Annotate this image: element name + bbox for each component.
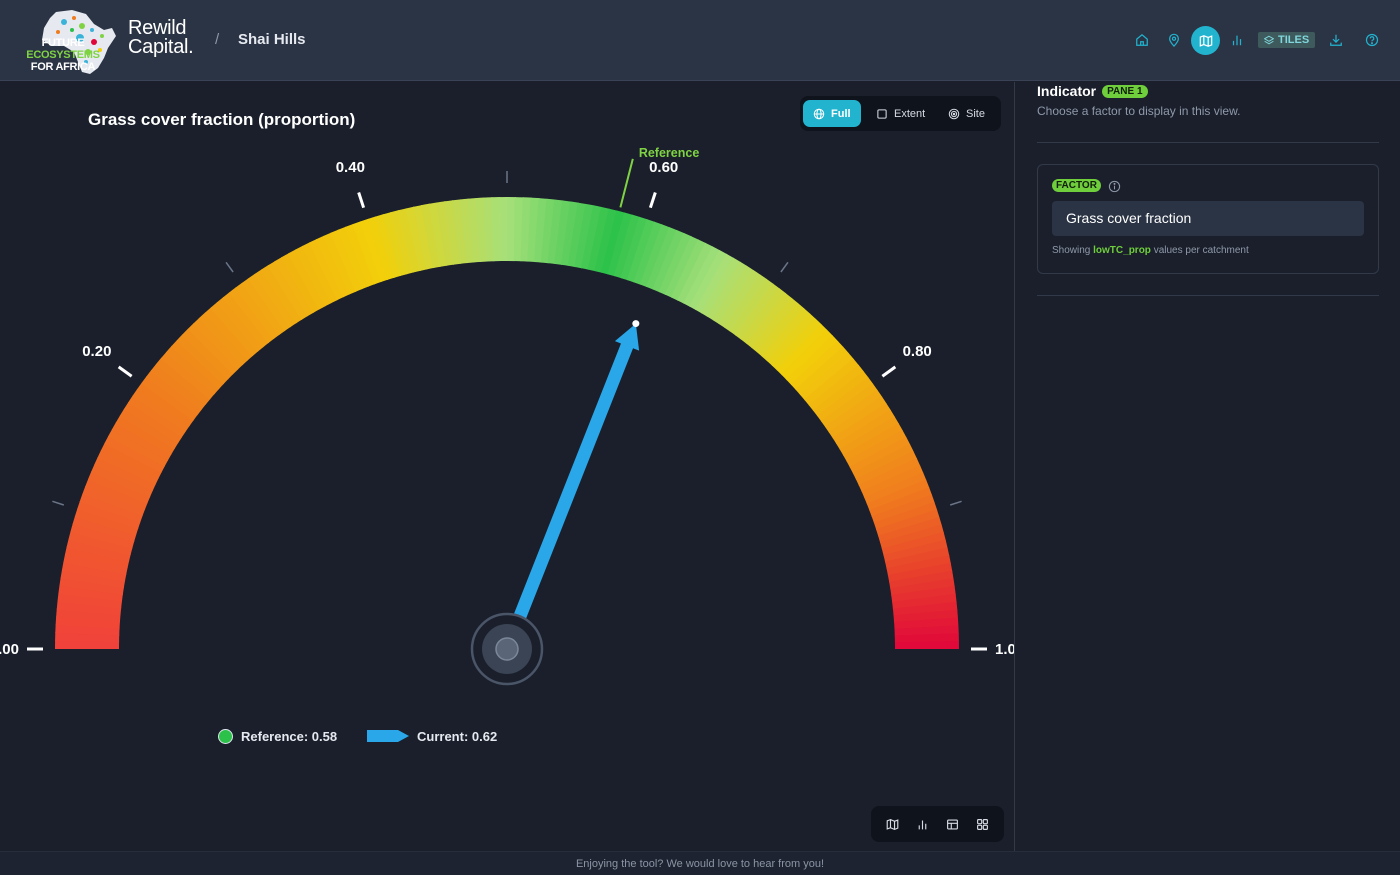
tick-label: 0.80 (903, 343, 932, 360)
layers-icon (1264, 35, 1274, 45)
table-icon (947, 818, 959, 830)
view-full-button[interactable]: Full (803, 100, 861, 127)
factor-select[interactable]: Grass cover fraction (1052, 201, 1364, 236)
globe-icon (813, 108, 825, 119)
view-site-label: Site (966, 107, 985, 120)
grid-mode-button[interactable] (972, 813, 994, 835)
pane-subtitle: Choose a factor to display in this view. (1037, 104, 1241, 118)
tick-label: 0.00 (0, 641, 19, 658)
reference-dot-icon (218, 728, 233, 744)
showing-caption: Showing lowTC_prop values per catchment (1052, 245, 1249, 256)
brand-line-2: Capital. (128, 36, 194, 58)
map-pin-icon[interactable] (1164, 30, 1184, 50)
tick-label: 0.60 (649, 159, 678, 176)
pane-divider-line (1037, 142, 1379, 143)
gauge-chart: 0.000.200.400.600.801.00 Reference (0, 146, 1024, 686)
gauge-arc-segment (894, 641, 959, 649)
tick-label: 0.20 (82, 343, 111, 360)
pane-bottom-divider (1037, 295, 1379, 296)
pane-badge: PANE 1 (1102, 84, 1148, 98)
reference-tick (619, 158, 634, 208)
pane-title: Indicator PANE 1 (1037, 83, 1148, 99)
map-view-button[interactable] (1191, 26, 1220, 55)
home-icon[interactable] (1132, 30, 1152, 50)
view-full-label: Full (831, 107, 851, 120)
gauge-hub (470, 612, 544, 686)
target-icon (948, 108, 960, 119)
needle-arrow (512, 323, 640, 624)
needle-tip-dot (632, 320, 640, 328)
rewild-capital-logo[interactable]: Rewild Capital. (128, 18, 194, 58)
view-site-button[interactable]: Site (938, 100, 995, 127)
major-tick (881, 365, 897, 378)
grid-icon (977, 818, 989, 830)
minor-tick (949, 500, 962, 506)
view-toggle: Full Extent Site (800, 96, 1001, 131)
hub-center (495, 637, 519, 661)
bar-chart-icon (918, 819, 927, 829)
pane-title-text: Indicator (1037, 83, 1097, 99)
tiles-button[interactable]: TILES (1258, 32, 1316, 48)
table-mode-button[interactable] (942, 813, 964, 835)
minor-tick (52, 500, 65, 506)
map-icon (886, 818, 898, 830)
logo-line-for-africa: FOR AFRICA (30, 61, 96, 73)
gauge-arc (55, 197, 959, 649)
factor-badge: FACTOR (1052, 179, 1101, 192)
breadcrumb-separator: / (215, 31, 220, 48)
tick-label: 0.40 (336, 159, 365, 176)
map-icon (1199, 34, 1212, 47)
legend-current-label: Current: 0.62 (417, 728, 498, 744)
showing-prefix: Showing (1052, 245, 1091, 256)
legend-current: Current: 0.62 (367, 727, 497, 745)
info-icon[interactable] (1108, 180, 1121, 193)
square-icon (877, 108, 887, 119)
current-needle (512, 320, 640, 624)
minor-tick (780, 261, 789, 273)
reference-marker: Reference (619, 146, 699, 208)
major-tick (648, 192, 657, 209)
minor-tick (225, 261, 234, 273)
legend-reference-label: Reference: 0.58 (241, 728, 338, 744)
map-mode-button[interactable] (881, 813, 903, 835)
logo-wordmark: FUTURE ECOSYSTEMS FOR AFRICA (26, 37, 100, 73)
breadcrumb-site-name[interactable]: Shai Hills (238, 31, 306, 48)
showing-code: lowTC_prop (1093, 245, 1151, 256)
download-icon[interactable] (1326, 30, 1346, 50)
tiles-label: TILES (1278, 34, 1310, 46)
feedback-footer[interactable]: Enjoying the tool? We would love to hear… (0, 851, 1400, 875)
app-header: FUTURE ECOSYSTEMS FOR AFRICA Rewild Capi… (0, 0, 1400, 81)
major-tick (357, 192, 366, 209)
chart-mode-button[interactable] (911, 813, 933, 835)
showing-suffix: values per catchment (1153, 245, 1249, 256)
view-extent-label: Extent (894, 107, 926, 120)
logo-line-future: FUTURE (41, 37, 85, 49)
reference-label: Reference (639, 146, 699, 160)
view-mode-toolbar (871, 806, 1004, 842)
current-arrow-icon (367, 730, 409, 742)
future-ecosystems-logo[interactable]: FUTURE ECOSYSTEMS FOR AFRICA (12, 8, 120, 74)
chart-title: Grass cover fraction (proportion) (88, 110, 356, 129)
bar-chart-icon[interactable] (1227, 30, 1247, 50)
major-tick (117, 365, 133, 378)
view-extent-button[interactable]: Extent (866, 100, 935, 127)
legend-reference: Reference: 0.58 (218, 727, 337, 745)
gauge-arc-segment (499, 197, 509, 262)
help-icon[interactable] (1362, 30, 1382, 50)
logo-line-ecosystems: ECOSYSTEMS (26, 49, 100, 61)
